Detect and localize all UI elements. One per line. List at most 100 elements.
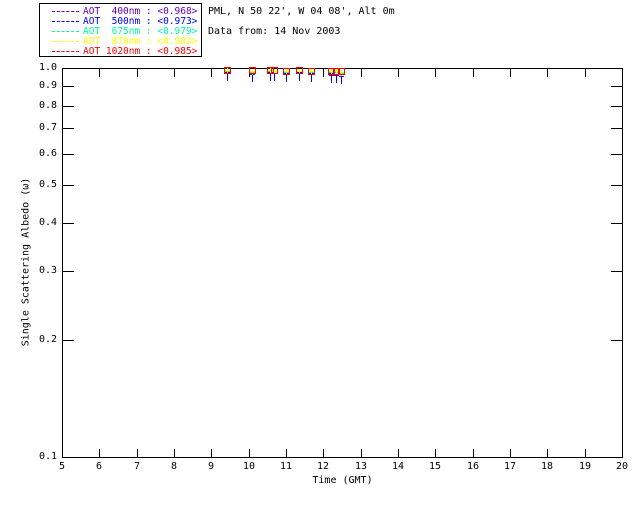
legend-box: AOT 400nm : <0.968> AOT 500nm : <0.973> … [39,3,202,57]
x-axis-tick-top [174,69,175,77]
x-axis-tick-top [398,69,399,77]
x-axis-title: Time (GMT) [62,475,623,486]
x-tick-label: 11 [273,461,299,472]
y-tick-label: 0.9 [25,80,57,92]
y-tick-label: 0.2 [25,334,57,346]
y-axis-tick [63,68,74,69]
x-axis-tick [211,449,212,457]
x-axis-tick-top [99,69,100,77]
data-point-marker [249,67,256,74]
y-axis-tick-right [611,223,622,224]
y-axis-tick [63,223,74,224]
y-axis-tick [63,457,74,458]
y-axis-tick [63,340,74,341]
x-tick-label: 9 [198,461,224,472]
y-axis-tick-right [611,68,622,69]
x-axis-tick-top [62,69,63,77]
x-axis-tick-top [361,69,362,77]
data-point-marker [308,68,315,75]
x-axis-tick [473,449,474,457]
legend-item-label: AOT 1020nm : <0.985> [83,46,197,57]
x-tick-label: 17 [497,461,523,472]
y-axis-title: Single Scattering Albedo (ω) [21,178,32,347]
y-tick-label: 0.4 [25,217,57,229]
data-point-marker [271,67,278,74]
x-axis-tick [323,449,324,457]
x-axis-tick [622,449,623,457]
x-tick-label: 7 [124,461,150,472]
legend-item-500nm: AOT 500nm : <0.973> [52,16,201,26]
x-axis-tick [510,449,511,457]
x-tick-label: 20 [609,461,635,472]
x-tick-label: 19 [572,461,598,472]
data-point-marker [283,68,290,75]
y-tick-label: 0.3 [25,265,57,277]
x-tick-label: 13 [348,461,374,472]
x-tick-label: 6 [86,461,112,472]
x-axis-tick [435,449,436,457]
legend-dash-icon [52,11,79,12]
x-axis-tick-top [211,69,212,77]
legend-item-400nm: AOT 400nm : <0.968> [52,6,201,16]
x-axis-tick [286,449,287,457]
x-axis-tick [585,449,586,457]
y-tick-label: 0.8 [25,100,57,112]
y-axis-tick-right [611,185,622,186]
y-axis-tick [63,185,74,186]
x-axis-tick [547,449,548,457]
y-tick-label: 1.0 [25,62,57,74]
y-axis-tick [63,128,74,129]
y-tick-label: 0.7 [25,122,57,134]
legend-item-675nm: AOT 675nm : <0.979> [52,26,201,36]
x-tick-label: 18 [534,461,560,472]
x-tick-label: 15 [422,461,448,472]
y-axis-tick-right [611,128,622,129]
y-axis-tick-right [611,86,622,87]
plot-frame [62,68,623,458]
y-axis-tick [63,86,74,87]
x-axis-tick [174,449,175,457]
data-point-marker [224,67,231,74]
x-axis-tick [62,449,63,457]
y-tick-label: 0.1 [25,451,57,463]
legend-item-870nm: AOT 870nm : <0.983> [52,36,201,46]
x-axis-tick [361,449,362,457]
y-axis-tick-right [611,154,622,155]
data-date-text: Data from: 14 Nov 2003 [208,26,340,37]
legend-dash-icon [52,21,79,22]
legend-item-1020nm: AOT 1020nm : <0.985> [52,46,201,56]
x-axis-tick [137,449,138,457]
x-axis-tick-top [435,69,436,77]
y-axis-tick-right [611,340,622,341]
x-axis-tick-top [510,69,511,77]
x-axis-tick-top [622,69,623,77]
legend-dash-icon [52,31,79,32]
x-tick-label: 16 [460,461,486,472]
x-tick-label: 8 [161,461,187,472]
y-axis-tick-right [611,457,622,458]
data-point-marker [296,67,303,74]
x-axis-tick-top [473,69,474,77]
x-axis-tick [398,449,399,457]
site-location-text: PML, N 50 22', W 04 08', Alt 0m [208,6,395,17]
x-axis-tick [249,449,250,457]
legend-dash-icon [52,41,79,42]
legend-dash-icon [52,51,79,52]
x-axis-tick-top [585,69,586,77]
y-axis-tick [63,271,74,272]
x-tick-label: 14 [385,461,411,472]
x-axis-tick-top [137,69,138,77]
y-axis-tick-right [611,106,622,107]
y-axis-tick-right [611,271,622,272]
x-axis-tick-top [323,69,324,77]
ssa-plot-screen: AOT 400nm : <0.968> AOT 500nm : <0.973> … [0,0,640,512]
x-axis-tick [99,449,100,457]
y-axis-tick [63,154,74,155]
y-axis-tick [63,106,74,107]
x-tick-label: 10 [236,461,262,472]
y-tick-label: 0.6 [25,148,57,160]
x-tick-label: 12 [310,461,336,472]
data-point-marker [338,68,345,75]
x-axis-tick-top [547,69,548,77]
y-tick-label: 0.5 [25,179,57,191]
